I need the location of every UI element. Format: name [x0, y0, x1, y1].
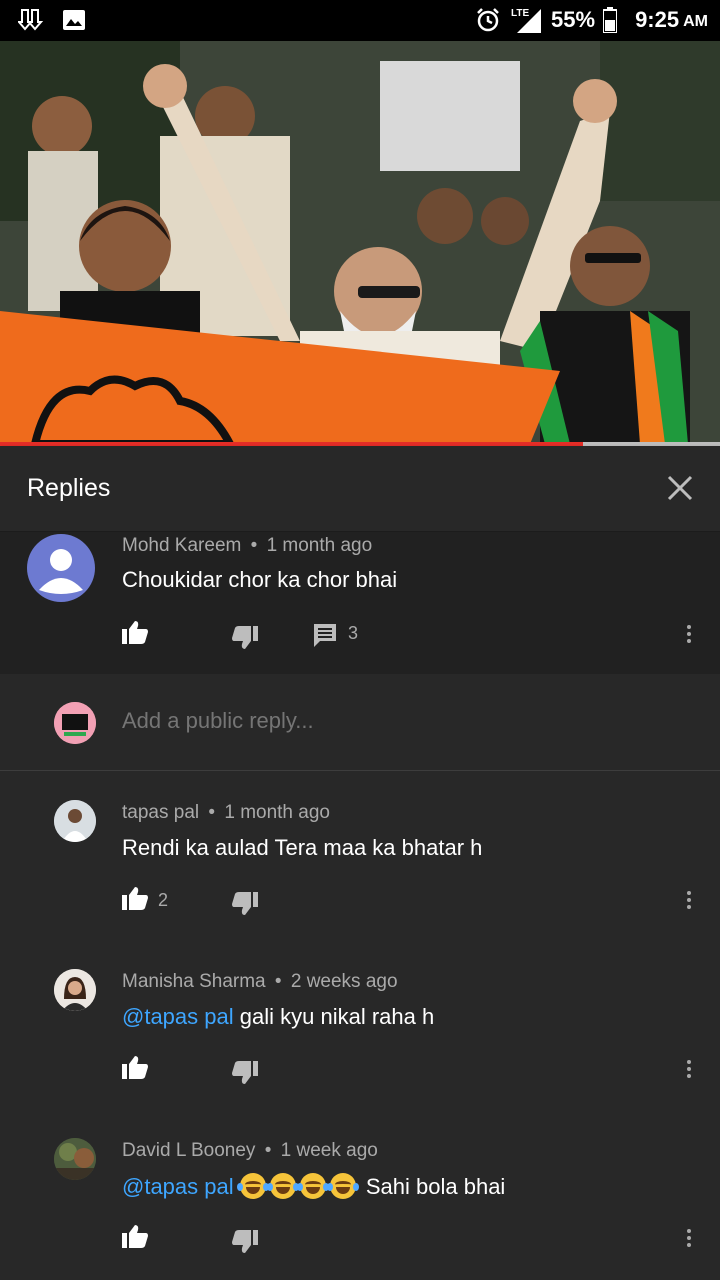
battery-icon [603, 7, 618, 33]
meta-separator: • [274, 971, 282, 992]
reply-item: David L Booney • 1 week ago @tapas pal S… [0, 1110, 720, 1279]
replies-count-button[interactable] [312, 622, 342, 652]
reply-author[interactable]: Manisha Sharma [122, 971, 266, 992]
reply-author[interactable]: tapas pal [122, 802, 199, 823]
meta-separator: • [208, 802, 216, 823]
reply-more-button[interactable] [682, 1057, 696, 1087]
reply-text: @tapas pal Sahi bola bhai [122, 1173, 505, 1200]
default-avatar[interactable] [27, 534, 95, 602]
video-player[interactable] [0, 41, 720, 444]
user-avatar-image [54, 702, 96, 744]
reply-time: 1 month ago [224, 802, 330, 823]
reply-avatar-image [54, 800, 96, 842]
like-count: 2 [158, 890, 169, 910]
reply-avatar-image [54, 969, 96, 1011]
download-notification-icon [18, 9, 44, 31]
meta-separator: • [250, 535, 258, 556]
like-button[interactable] [120, 618, 150, 648]
close-button[interactable] [664, 472, 696, 504]
comment-text: Choukidar chor ka chor bhai [122, 567, 398, 592]
reply-meta: Manisha Sharma • 2 weeks ago [122, 971, 398, 993]
reply-time: 1 week ago [280, 1140, 378, 1161]
laughing-tears-emoji [326, 1173, 359, 1199]
dislike-button[interactable] [230, 1226, 260, 1256]
reply-avatar[interactable] [54, 969, 96, 1011]
comment-meta: Mohd Kareem • 1 month ago [122, 535, 372, 557]
reply-mention[interactable]: @tapas pal [122, 1174, 234, 1199]
reply-mention[interactable]: @tapas pal [122, 1004, 234, 1029]
reply-avatar[interactable] [54, 800, 96, 842]
add-reply-input[interactable] [122, 708, 682, 734]
laughing-tears-emoji [296, 1173, 329, 1199]
thumbs-up-icon [122, 621, 148, 644]
laughing-emoji-row [236, 1173, 360, 1199]
person-icon [39, 549, 83, 594]
thumbs-down-icon [232, 1230, 258, 1253]
meta-separator: • [264, 1140, 272, 1161]
like-button[interactable] [120, 1053, 150, 1083]
thumbs-up-icon [122, 1225, 148, 1248]
dislike-button[interactable] [230, 1057, 260, 1087]
video-frame-illustration [0, 41, 720, 444]
parent-comment: Mohd Kareem • 1 month ago Choukidar chor… [0, 532, 720, 674]
reply-meta: tapas pal • 1 month ago [122, 802, 330, 824]
status-bar: LTE 55% 9:25 AM [0, 0, 720, 41]
lte-signal-icon: LTE [511, 8, 542, 33]
replies-header: Replies [0, 446, 720, 532]
user-avatar[interactable] [54, 702, 96, 744]
reply-item: tapas pal • 1 month ago Rendi ka aulad T… [0, 772, 720, 941]
dislike-button[interactable] [230, 622, 260, 652]
reply-avatar[interactable] [54, 1138, 96, 1180]
reply-meta: David L Booney • 1 week ago [122, 1140, 378, 1162]
svg-text:LTE: LTE [511, 8, 529, 19]
reply-body: Sahi bola bhai [365, 1174, 506, 1199]
comment-author[interactable]: Mohd Kareem [122, 535, 241, 556]
like-button[interactable] [120, 884, 150, 914]
thumbs-down-icon [232, 892, 258, 915]
thumbs-down-icon [232, 626, 258, 649]
more-vert-icon [682, 1229, 696, 1247]
comment-more-button[interactable] [682, 622, 696, 652]
laughing-tears-emoji [266, 1173, 299, 1199]
thumbs-up-icon [122, 887, 148, 910]
more-vert-icon [682, 625, 696, 643]
battery-percentage: 55% [551, 7, 596, 32]
comment-icon [314, 624, 336, 647]
gallery-notification-icon [63, 10, 85, 30]
clock-ampm: AM [683, 13, 708, 30]
reply-count: 3 [348, 623, 359, 643]
reply-text: @tapas pal gali kyu nikal raha h [122, 1004, 434, 1030]
close-icon [667, 475, 693, 501]
reply-more-button[interactable] [682, 1226, 696, 1256]
reply-author[interactable]: David L Booney [122, 1140, 255, 1161]
dislike-button[interactable] [230, 888, 260, 918]
reply-avatar-image [54, 1138, 96, 1180]
alarm-icon [477, 8, 499, 32]
comment-time: 1 month ago [266, 535, 373, 556]
reply-text: Rendi ka aulad Tera maa ka bhatar h [122, 835, 483, 860]
reply-time: 2 weeks ago [290, 971, 398, 992]
replies-title: Replies [27, 474, 111, 502]
reply-item: Manisha Sharma • 2 weeks ago @tapas pal … [0, 941, 720, 1110]
reply-body: gali kyu nikal raha h [239, 1004, 435, 1029]
more-vert-icon [682, 1060, 696, 1078]
reply-more-button[interactable] [682, 888, 696, 918]
thumbs-up-icon [122, 1056, 148, 1079]
like-button[interactable] [120, 1222, 150, 1252]
laughing-tears-emoji [236, 1173, 269, 1199]
thumbs-down-icon [232, 1061, 258, 1084]
clock-time: 9:25 [635, 7, 680, 32]
add-reply-row [0, 674, 720, 771]
more-vert-icon [682, 891, 696, 909]
